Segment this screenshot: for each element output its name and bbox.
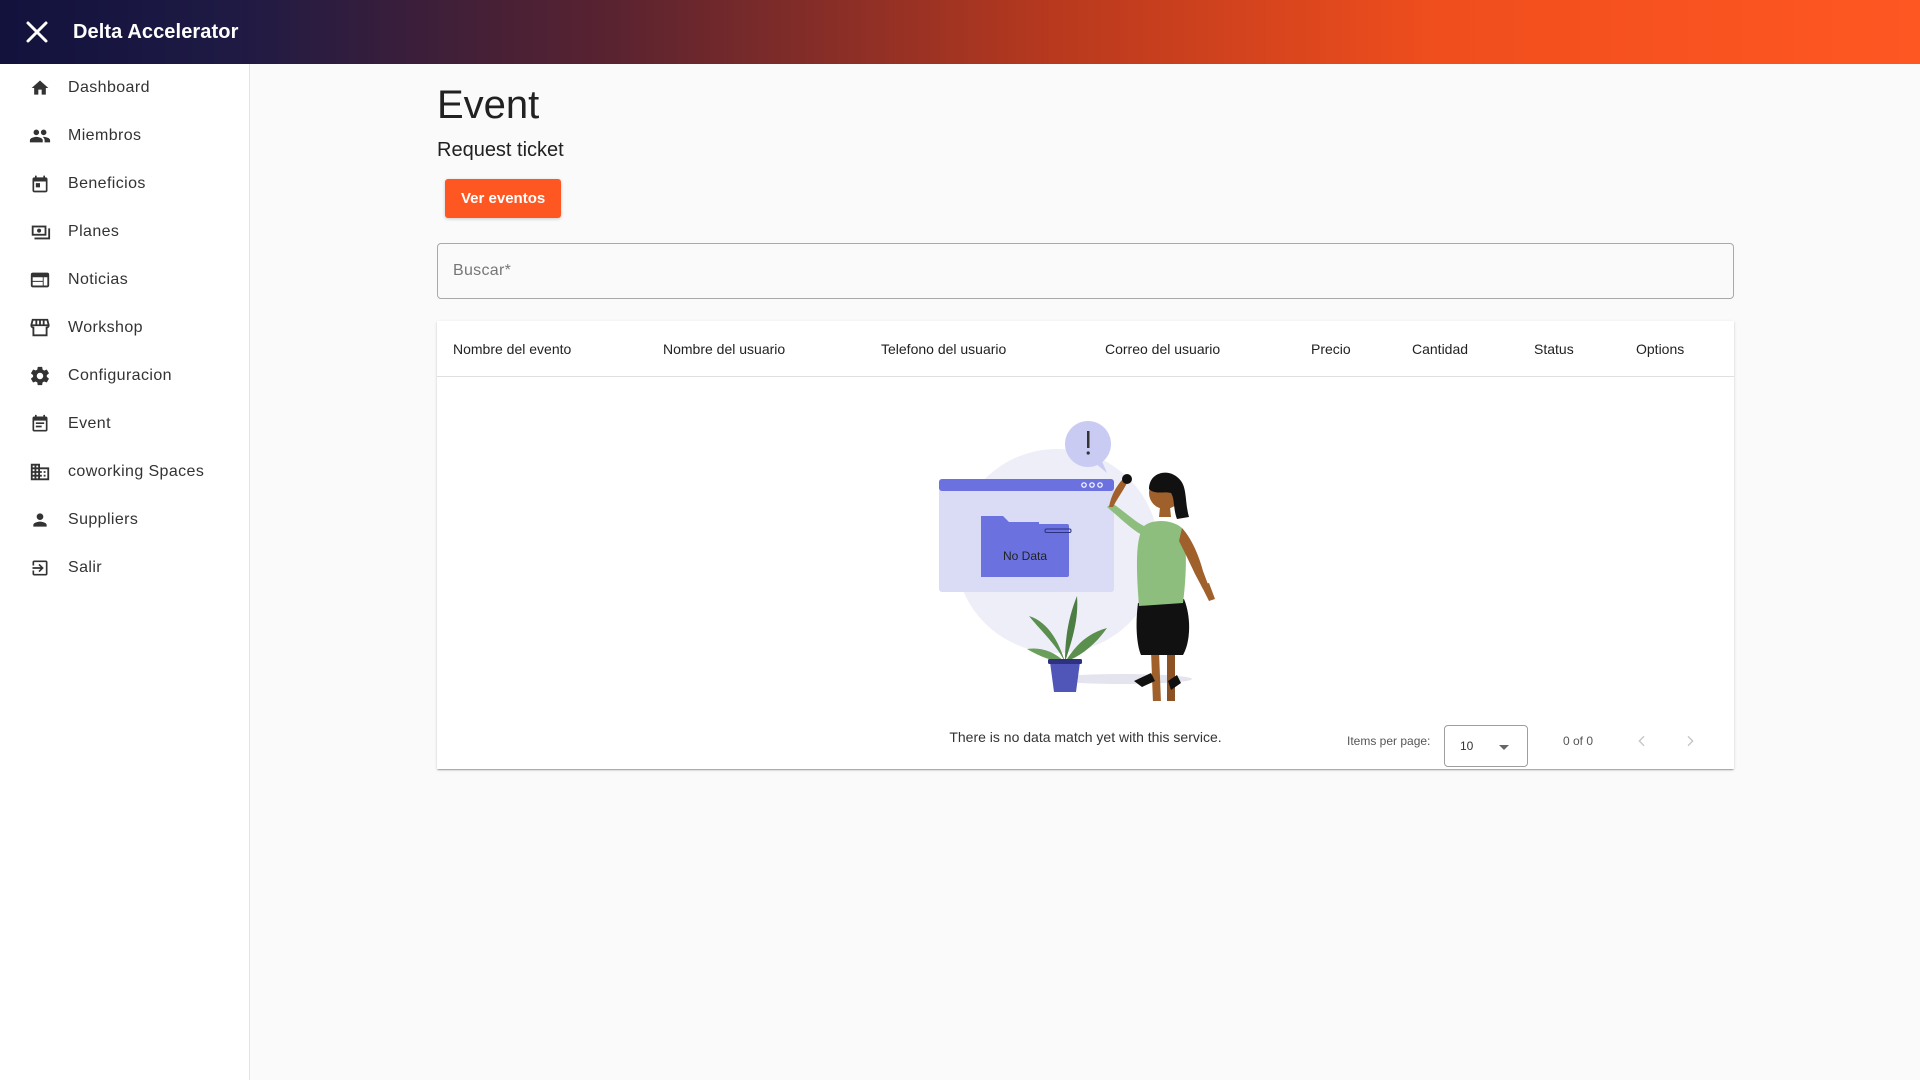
- sidebar-item-dashboard[interactable]: Dashboard: [0, 64, 249, 112]
- calendar-icon: [28, 172, 52, 196]
- sidebar-item-label: Suppliers: [68, 511, 139, 528]
- money-icon: [28, 220, 52, 244]
- sidebar: Dashboard Miembros Beneficios Planes Not…: [0, 64, 250, 1080]
- top-app-bar: Delta Accelerator: [0, 0, 1920, 64]
- home-icon: [28, 76, 52, 100]
- column-header[interactable]: Correo del usuario: [1105, 321, 1220, 377]
- sidebar-item-coworking-spaces[interactable]: coworking Spaces: [0, 448, 249, 496]
- sidebar-item-label: Planes: [68, 223, 120, 240]
- exit-icon: [28, 556, 52, 580]
- business-icon: [28, 460, 52, 484]
- no-data-label: No Data: [1003, 549, 1047, 563]
- sidebar-item-label: Configuracion: [68, 367, 172, 384]
- column-header[interactable]: Precio: [1311, 321, 1351, 377]
- people-icon: [28, 124, 52, 148]
- page-title: Event: [437, 83, 540, 127]
- items-per-page-select[interactable]: 10: [1444, 725, 1528, 767]
- table-header-row: Nombre del evento Nombre del usuario Tel…: [437, 321, 1734, 377]
- column-header[interactable]: Cantidad: [1412, 321, 1468, 377]
- sidebar-item-label: Dashboard: [68, 79, 150, 96]
- column-header[interactable]: Options: [1636, 321, 1684, 377]
- sidebar-item-label: Event: [68, 415, 111, 432]
- chevron-right-icon: [1687, 735, 1694, 747]
- empty-state: No Data There is no data match yet with …: [437, 378, 1734, 745]
- gear-icon: [28, 364, 52, 388]
- close-icon[interactable]: [25, 20, 49, 44]
- no-data-illustration: No Data: [939, 421, 1215, 701]
- sidebar-item-salir[interactable]: Salir: [0, 544, 249, 592]
- sidebar-item-workshop[interactable]: Workshop: [0, 304, 249, 352]
- event-note-icon: [28, 412, 52, 436]
- sidebar-item-label: coworking Spaces: [68, 463, 205, 480]
- page-subtitle: Request ticket: [437, 139, 564, 161]
- sidebar-item-configuracion[interactable]: Configuracion: [0, 352, 249, 400]
- sidebar-item-label: Miembros: [68, 127, 142, 144]
- ver-eventos-button[interactable]: Ver eventos: [445, 179, 562, 218]
- column-header[interactable]: Nombre del evento: [453, 321, 571, 377]
- previous-page-button[interactable]: [1630, 729, 1654, 753]
- column-header[interactable]: Status: [1534, 321, 1574, 377]
- sidebar-item-event[interactable]: Event: [0, 400, 249, 448]
- main-content: Event Request ticket Ver eventos Nombre …: [437, 64, 1734, 769]
- search-field[interactable]: [437, 243, 1734, 299]
- page-range-label: 0 of 0: [1563, 734, 1594, 748]
- sidebar-item-label: Noticias: [68, 271, 129, 288]
- items-per-page-label: Items per page:: [1347, 734, 1431, 748]
- sidebar-item-label: Salir: [68, 559, 103, 576]
- storefront-icon: [28, 316, 52, 340]
- column-header[interactable]: Nombre del usuario: [663, 321, 785, 377]
- person-icon: [28, 508, 52, 532]
- sidebar-item-miembros[interactable]: Miembros: [0, 112, 249, 160]
- sidebar-item-label: Beneficios: [68, 175, 146, 192]
- app-title: Delta Accelerator: [73, 20, 239, 43]
- column-header[interactable]: Telefono del usuario: [881, 321, 1006, 377]
- sidebar-item-suppliers[interactable]: Suppliers: [0, 496, 249, 544]
- events-table: Nombre del evento Nombre del usuario Tel…: [437, 321, 1734, 769]
- paginator: Items per page: 10 0 of 0: [437, 713, 1734, 769]
- sidebar-item-noticias[interactable]: Noticias: [0, 256, 249, 304]
- sidebar-item-label: Workshop: [68, 319, 143, 336]
- sidebar-item-beneficios[interactable]: Beneficios: [0, 160, 249, 208]
- web-icon: [28, 268, 52, 292]
- dropdown-arrow-icon: [1499, 745, 1509, 750]
- items-per-page-value: 10: [1460, 739, 1474, 753]
- chevron-left-icon: [1638, 735, 1645, 747]
- next-page-button[interactable]: [1678, 729, 1702, 753]
- search-input[interactable]: [453, 262, 1718, 280]
- sidebar-item-planes[interactable]: Planes: [0, 208, 249, 256]
